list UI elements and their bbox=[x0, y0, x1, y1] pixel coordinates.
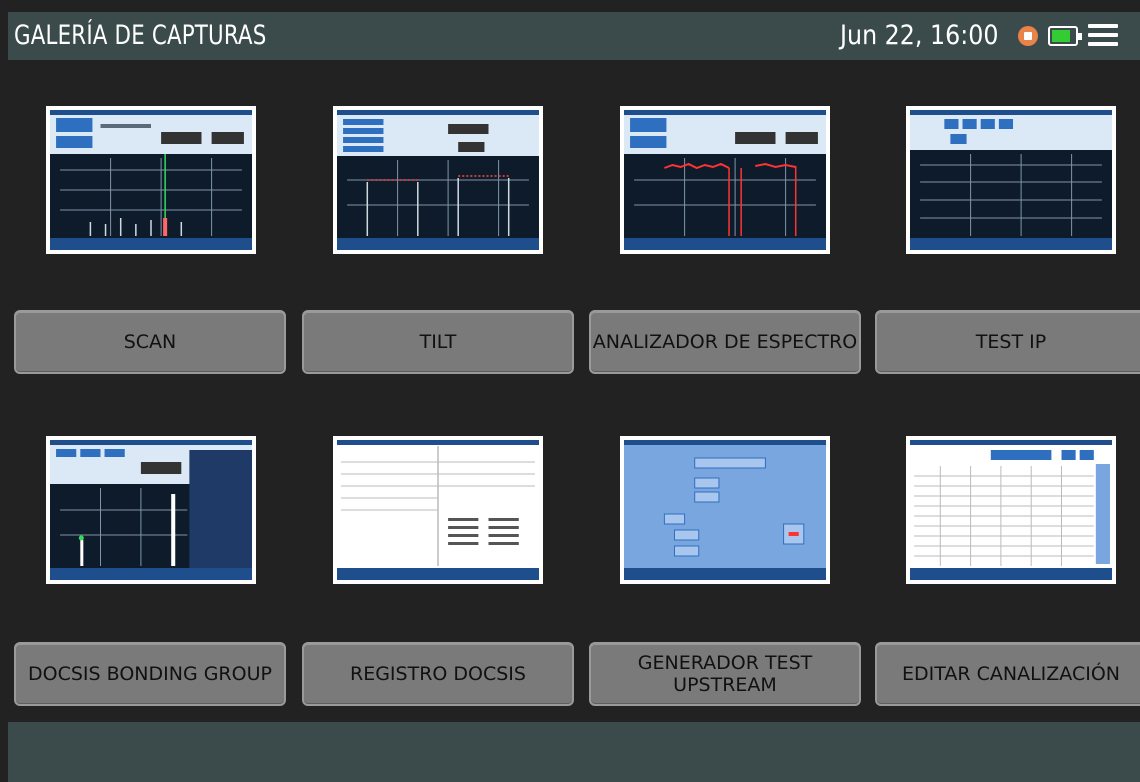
editar-canalizacion-button-label: EDITAR CANALIZACIÓN bbox=[902, 663, 1120, 685]
thumbnail-tilt[interactable] bbox=[333, 106, 543, 254]
scan-preview-image bbox=[50, 110, 252, 250]
editar-canalizacion-button[interactable]: EDITAR CANALIZACIÓN bbox=[875, 642, 1140, 706]
registro-docsis-button-label: REGISTRO DOCSIS bbox=[350, 663, 526, 685]
editar-canalizacion-preview-image bbox=[910, 440, 1112, 580]
scan-button[interactable]: SCAN bbox=[14, 310, 286, 374]
tilt-button-label: TILT bbox=[419, 331, 457, 353]
test-ip-preview-image bbox=[910, 110, 1112, 250]
thumbnail-docsis-bonding-group[interactable] bbox=[46, 436, 256, 584]
test-ip-button-label: TEST IP bbox=[975, 331, 1047, 353]
thumbnail-scan[interactable] bbox=[46, 106, 256, 254]
thumbnail-generador-test-upstream[interactable] bbox=[620, 436, 830, 584]
thumbnail-analizador-de-espectro[interactable] bbox=[620, 106, 830, 254]
battery-icon bbox=[1048, 26, 1082, 46]
tilt-preview-image bbox=[337, 110, 539, 250]
registro-docsis-button[interactable]: REGISTRO DOCSIS bbox=[302, 642, 574, 706]
bottom-bar bbox=[8, 722, 1140, 782]
date-time: Jun 22, 16:00 bbox=[840, 20, 999, 51]
test-ip-button[interactable]: TEST IP bbox=[875, 310, 1140, 374]
gallery-area: SCAN TILT ANALIZADOR DE ESPECTRO TEST IP bbox=[8, 60, 1140, 722]
docsis-bonding-group-button[interactable]: DOCSIS BONDING GROUP bbox=[14, 642, 286, 706]
generador-upstream-preview-image bbox=[624, 440, 826, 580]
hamburger-menu-icon[interactable] bbox=[1088, 24, 1118, 48]
generador-test-upstream-button[interactable]: GENERADOR TEST UPSTREAM bbox=[589, 642, 861, 706]
screen-frame: GALERÍA DE CAPTURAS Jun 22, 16:00 SCAN T… bbox=[8, 12, 1140, 782]
docsis-bonding-preview-image bbox=[50, 440, 252, 580]
top-bar: GALERÍA DE CAPTURAS Jun 22, 16:00 bbox=[8, 12, 1140, 60]
docsis-bonding-group-button-label: DOCSIS BONDING GROUP bbox=[28, 663, 272, 685]
thumbnail-test-ip[interactable] bbox=[906, 106, 1116, 254]
tilt-button[interactable]: TILT bbox=[302, 310, 574, 374]
analizador-de-espectro-button[interactable]: ANALIZADOR DE ESPECTRO bbox=[589, 310, 861, 374]
thumbnail-editar-canalizacion[interactable] bbox=[906, 436, 1116, 584]
scan-button-label: SCAN bbox=[123, 331, 177, 353]
analizador-de-espectro-button-label: ANALIZADOR DE ESPECTRO bbox=[592, 331, 858, 353]
generador-test-upstream-button-label: GENERADOR TEST UPSTREAM bbox=[637, 652, 813, 696]
page-title: GALERÍA DE CAPTURAS bbox=[14, 20, 267, 51]
spectrum-analyzer-preview-image bbox=[624, 110, 826, 250]
record-icon[interactable] bbox=[1018, 26, 1038, 46]
registro-docsis-preview-image bbox=[337, 440, 539, 580]
thumbnail-registro-docsis[interactable] bbox=[333, 436, 543, 584]
